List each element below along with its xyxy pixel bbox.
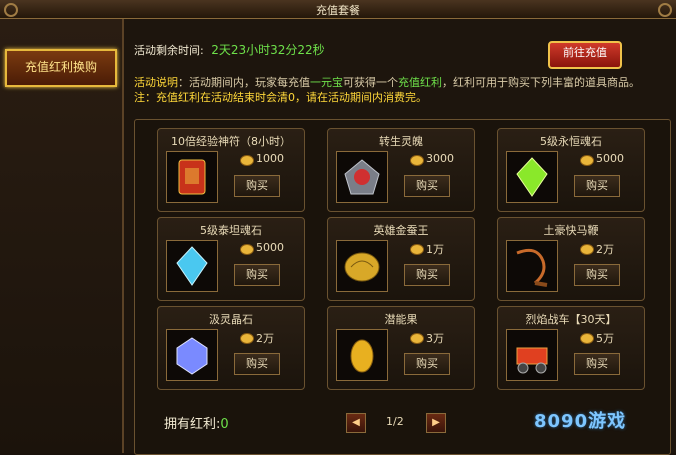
activity-description: 活动说明：活动期间内，玩家每充值一元宝可获得一个充值红利，红利可用于购买下列丰富…	[134, 76, 640, 104]
potential-fruit-icon	[336, 329, 388, 381]
item-price: 5000	[596, 152, 624, 165]
buy-button[interactable]: 购买	[234, 175, 280, 197]
spirit-crystal-icon	[166, 329, 218, 381]
watermark-logo: 8090游戏	[534, 411, 627, 432]
coin-icon	[240, 333, 254, 344]
item-price: 1000	[256, 152, 284, 165]
shop-item: 5级泰坦魂石 5000 购买	[157, 217, 305, 301]
main-panel: 活动剩余时间: 2天23小时32分22秒 前往充值 活动说明：活动期间内，玩家每…	[124, 19, 676, 455]
item-price: 5000	[256, 241, 284, 254]
shop-item: 英雄金蚕王 1万 购买	[327, 217, 475, 301]
go-recharge-button[interactable]: 前往充值	[548, 41, 622, 69]
buy-button[interactable]: 购买	[404, 175, 450, 197]
item-name: 5级永恒魂石	[540, 135, 602, 148]
blue-crystal-icon	[166, 240, 218, 292]
coin-icon	[240, 155, 254, 166]
item-name: 潜能果	[384, 313, 418, 326]
coin-icon	[410, 333, 424, 344]
ornament-icon	[658, 3, 672, 17]
shop-item: 潜能果 3万 购买	[327, 306, 475, 390]
item-name: 英雄金蚕王	[373, 224, 429, 237]
owned-bonus: 拥有红利:0	[164, 413, 229, 432]
item-name: 转生灵魄	[379, 135, 423, 148]
shop-item: 5级永恒魂石 5000 购买	[497, 128, 645, 212]
shop-item: 汲灵晶石 2万 购买	[157, 306, 305, 390]
coin-icon	[580, 333, 594, 344]
coin-icon	[580, 155, 594, 166]
item-price: 3000	[426, 152, 454, 165]
shop-item: 土豪快马鞭 2万 购买	[497, 217, 645, 301]
coin-icon	[240, 244, 254, 255]
coin-icon	[410, 244, 424, 255]
timer-value: 2天23小时32分22秒	[211, 43, 325, 57]
coin-icon	[580, 244, 594, 255]
buy-button[interactable]: 购买	[404, 264, 450, 286]
buy-button[interactable]: 购买	[234, 264, 280, 286]
item-price: 2万	[256, 332, 274, 345]
item-name: 汲灵晶石	[209, 313, 253, 326]
item-name: 土豪快马鞭	[543, 224, 599, 237]
coin-icon	[410, 155, 424, 166]
window-titlebar: 充值套餐	[0, 0, 676, 19]
buy-button[interactable]: 购买	[404, 353, 450, 375]
soul-gem-icon	[336, 151, 388, 203]
shop-item: 烈焰战车【30天】 5万 购买	[497, 306, 645, 390]
buy-button[interactable]: 购买	[574, 264, 620, 286]
shop-item: 10倍经验神符（8小时） 1000 购买	[157, 128, 305, 212]
timer-row: 活动剩余时间: 2天23小时32分22秒	[134, 41, 325, 58]
items-panel: 10倍经验神符（8小时） 1000 购买 转生灵魄 3000 购买 5级永恒魂石…	[134, 119, 671, 455]
owned-bonus-value: 0	[220, 417, 229, 432]
item-price: 3万	[426, 332, 444, 345]
item-name: 10倍经验神符（8小时）	[171, 135, 291, 148]
buy-button[interactable]: 购买	[234, 353, 280, 375]
recharge-exchange-button[interactable]: 充值红利换购	[5, 49, 117, 87]
green-crystal-icon	[506, 151, 558, 203]
page-indicator: 1/2	[386, 415, 404, 428]
item-price: 2万	[596, 243, 614, 256]
whip-icon	[506, 240, 558, 292]
sidebar: 充值红利换购	[0, 19, 124, 453]
golden-silkworm-icon	[336, 240, 388, 292]
item-price: 1万	[426, 243, 444, 256]
item-name: 5级泰坦魂石	[200, 224, 262, 237]
window-title: 充值套餐	[316, 4, 360, 17]
shop-item: 转生灵魄 3000 购买	[327, 128, 475, 212]
item-name: 烈焰战车【30天】	[525, 313, 617, 326]
owned-bonus-label: 拥有红利:	[164, 417, 221, 432]
timer-label: 活动剩余时间:	[134, 44, 204, 57]
item-price: 5万	[596, 332, 614, 345]
next-page-button[interactable]: ▶	[426, 413, 446, 433]
prev-page-button[interactable]: ◀	[346, 413, 366, 433]
scroll-icon	[166, 151, 218, 203]
flame-chariot-icon	[506, 329, 558, 381]
buy-button[interactable]: 购买	[574, 175, 620, 197]
buy-button[interactable]: 购买	[574, 353, 620, 375]
